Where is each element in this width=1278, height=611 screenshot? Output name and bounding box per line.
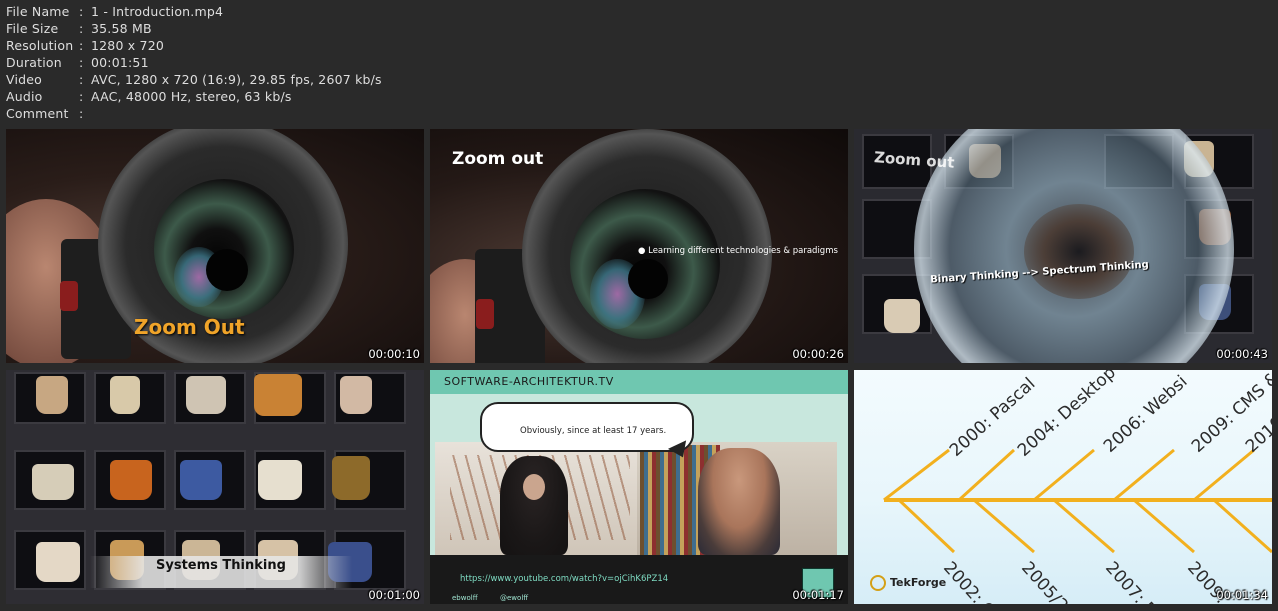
mug bbox=[36, 542, 80, 582]
info-separator: : bbox=[79, 89, 84, 104]
info-value: 1280 x 720 bbox=[91, 38, 165, 53]
info-value: 1 - Introduction.mp4 bbox=[91, 4, 224, 19]
timestamp: 00:00:43 bbox=[1216, 347, 1268, 361]
timestamp: 00:01:34 bbox=[1216, 588, 1268, 602]
handle-ebwolff: ebwolff bbox=[452, 594, 478, 602]
person-left bbox=[500, 456, 568, 555]
caption-zoom-out: Zoom Out bbox=[134, 315, 245, 339]
info-separator: : bbox=[79, 38, 84, 53]
info-value: AAC, 48000 Hz, stereo, 63 kb/s bbox=[91, 89, 292, 104]
info-value: 00:01:51 bbox=[91, 55, 149, 70]
caption-systems-thinking: Systems Thinking bbox=[156, 558, 286, 573]
timestamp: 00:01:17 bbox=[792, 588, 844, 602]
mug bbox=[180, 460, 222, 500]
lens-core bbox=[1024, 204, 1134, 299]
info-row-video: Video : AVC, 1280 x 720 (16:9), 29.85 fp… bbox=[6, 71, 382, 88]
video-url: https://www.youtube.com/watch?v=ojCihK6P… bbox=[460, 574, 669, 584]
header-title: SOFTWARE-ARCHITEKTUR.TV bbox=[444, 375, 614, 388]
lens-pupil bbox=[628, 259, 668, 299]
mug bbox=[340, 376, 372, 414]
mug bbox=[884, 299, 920, 333]
mug bbox=[332, 456, 370, 500]
info-key: Video bbox=[6, 72, 43, 87]
info-row-comment: Comment : bbox=[6, 105, 382, 122]
speech-text: Obviously, since at least 17 years. bbox=[520, 426, 667, 436]
thumbnail-6[interactable]: 2000: Pascal 2004: Desktop 2006: Websi 2… bbox=[854, 370, 1272, 604]
timestamp: 00:00:10 bbox=[368, 347, 420, 361]
caption-zoom-out: Zoom out bbox=[452, 149, 544, 169]
timestamp: 00:01:00 bbox=[368, 588, 420, 602]
info-separator: : bbox=[79, 106, 84, 121]
info-separator: : bbox=[79, 55, 84, 70]
info-key: Duration bbox=[6, 55, 62, 70]
mug bbox=[110, 460, 152, 500]
info-key: File Name bbox=[6, 4, 70, 19]
file-info-panel: File Name : 1 - Introduction.mp4 File Si… bbox=[6, 3, 382, 122]
handle-ewolff: @ewolff bbox=[500, 594, 529, 602]
info-separator: : bbox=[79, 72, 84, 87]
mug bbox=[258, 460, 302, 500]
mug bbox=[254, 374, 302, 416]
face-left bbox=[523, 474, 545, 500]
info-row-resolution: Resolution : 1280 x 720 bbox=[6, 37, 382, 54]
mug bbox=[186, 376, 226, 414]
thumbnail-2[interactable]: Zoom out ● Learning different technologi… bbox=[430, 129, 848, 363]
info-key: Comment bbox=[6, 106, 69, 121]
thumbnail-1[interactable]: Zoom Out 00:00:10 bbox=[6, 129, 424, 363]
tekforge-logo-icon bbox=[870, 575, 886, 591]
info-separator: : bbox=[79, 4, 84, 19]
info-key: File Size bbox=[6, 21, 59, 36]
person-right bbox=[698, 448, 780, 555]
info-row-duration: Duration : 00:01:51 bbox=[6, 54, 382, 71]
info-row-file-name: File Name : 1 - Introduction.mp4 bbox=[6, 3, 382, 20]
mug bbox=[110, 376, 140, 414]
lens-pupil bbox=[206, 249, 248, 291]
red-dial bbox=[476, 299, 494, 329]
thumbnail-3[interactable]: Zoom out Binary Thinking --> Spectrum Th… bbox=[854, 129, 1272, 363]
timestamp: 00:00:26 bbox=[792, 347, 844, 361]
thumbnail-5[interactable]: SOFTWARE-ARCHITEKTUR.TV Obviously, since… bbox=[430, 370, 848, 604]
info-separator: : bbox=[79, 21, 84, 36]
mug bbox=[32, 464, 74, 500]
info-value: AVC, 1280 x 720 (16:9), 29.85 fps, 2607 … bbox=[91, 72, 382, 87]
red-dial bbox=[60, 281, 78, 311]
info-value: 35.58 MB bbox=[91, 21, 152, 36]
caption-bullet: ● Learning different technologies & para… bbox=[638, 246, 838, 256]
mug bbox=[36, 376, 68, 414]
brand-name: TekForge bbox=[890, 576, 947, 589]
info-key: Audio bbox=[6, 89, 43, 104]
info-key: Resolution bbox=[6, 38, 74, 53]
info-row-file-size: File Size : 35.58 MB bbox=[6, 20, 382, 37]
info-row-audio: Audio : AAC, 48000 Hz, stereo, 63 kb/s bbox=[6, 88, 382, 105]
thumbnail-4[interactable]: Systems Thinking 00:01:00 bbox=[6, 370, 424, 604]
